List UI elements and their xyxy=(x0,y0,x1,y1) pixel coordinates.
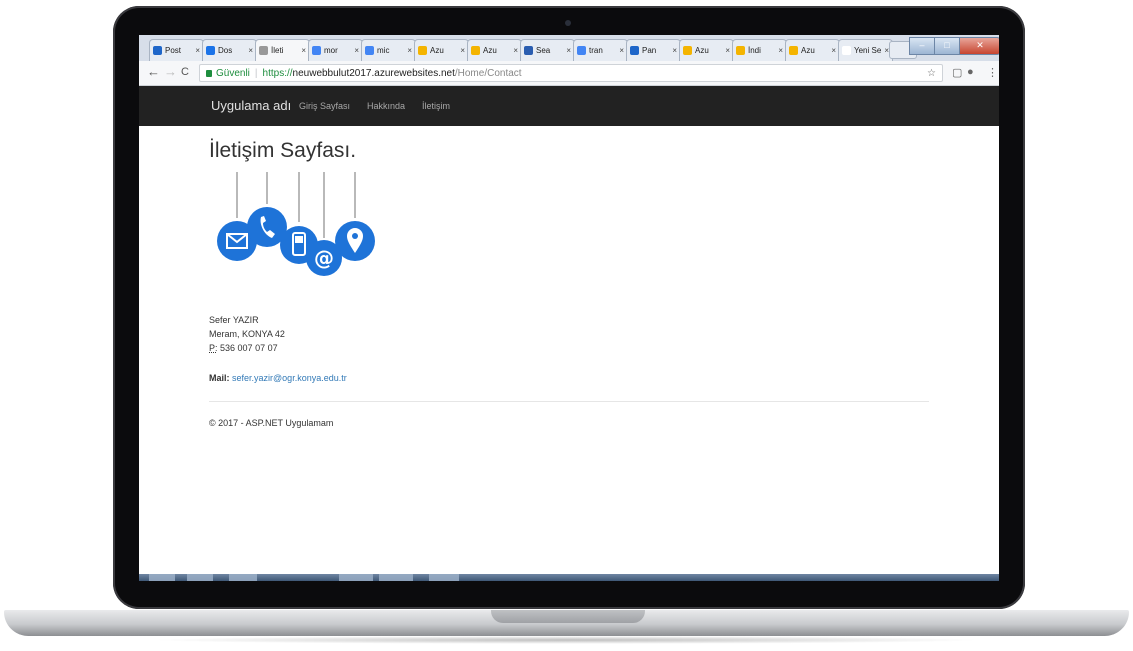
tab-favicon-icon xyxy=(153,46,162,55)
secure-label: Güvenli xyxy=(216,68,250,79)
nav-about[interactable]: Hakkında xyxy=(367,101,405,111)
tab-favicon-icon xyxy=(789,46,798,55)
contact-icons-illustration: @ xyxy=(217,172,375,276)
tab-3[interactable]: mor × xyxy=(308,39,363,61)
tab-favicon-icon xyxy=(524,46,533,55)
back-icon[interactable]: ← xyxy=(147,65,160,79)
tab-label: Pan xyxy=(642,46,657,55)
mail-label: Mail: xyxy=(209,373,230,383)
page-title: İletişim Sayfası. xyxy=(209,139,357,162)
tab-close-icon[interactable]: × xyxy=(672,46,677,55)
laptop-notch xyxy=(491,610,645,623)
camera-icon xyxy=(565,20,571,26)
tab-favicon-icon xyxy=(736,46,745,55)
bookmark-star-icon[interactable]: ☆ xyxy=(927,65,936,83)
browser-window: Post × Dos × İleti × mor × mic × Azu × Azu × Sea × tran ×… xyxy=(139,35,999,581)
extension-icon[interactable]: ▢ xyxy=(952,66,962,79)
url-scheme: https:// xyxy=(262,68,293,79)
address-name: Sefer YAZIR xyxy=(209,315,259,325)
tab-close-icon[interactable]: × xyxy=(566,46,571,55)
tab-favicon-icon xyxy=(259,46,268,55)
mail-line: Mail: sefer.yazir@ogr.konya.edu.tr xyxy=(209,373,347,383)
window-controls: – □ ✕ xyxy=(909,37,999,55)
tab-close-icon[interactable]: × xyxy=(460,46,465,55)
tab-13[interactable]: Yeni Se × xyxy=(838,39,893,61)
extension-2-icon[interactable]: ● xyxy=(967,66,974,78)
mail-link[interactable]: sefer.yazir@ogr.konya.edu.tr xyxy=(232,373,347,383)
reload-icon[interactable]: C xyxy=(181,65,189,79)
tab-12[interactable]: Azu × xyxy=(785,39,840,61)
site-navbar: Uygulama adı Giriş Sayfası Hakkında İlet… xyxy=(139,86,999,126)
tab-label: Azu xyxy=(801,46,815,55)
tab-close-icon[interactable]: × xyxy=(248,46,253,55)
tab-label: Dos xyxy=(218,46,233,55)
tab-favicon-icon xyxy=(630,46,639,55)
divider xyxy=(209,401,929,402)
maximize-icon[interactable]: □ xyxy=(934,37,960,55)
tab-close-icon[interactable]: × xyxy=(513,46,518,55)
nav-contact[interactable]: İletişim xyxy=(422,101,450,111)
tab-8[interactable]: tran × xyxy=(573,39,628,61)
address-city: Meram, KONYA 42 xyxy=(209,329,285,339)
tab-10[interactable]: Azu × xyxy=(679,39,734,61)
menu-icon[interactable]: ⋮ xyxy=(987,66,998,79)
tab-label: İleti xyxy=(271,46,284,55)
phone-number: 536 007 07 07 xyxy=(220,343,278,353)
tab-label: Azu xyxy=(483,46,497,55)
tab-favicon-icon xyxy=(312,46,321,55)
lock-icon xyxy=(206,70,212,77)
tab-favicon-icon xyxy=(365,46,374,55)
url-host: neuwebbulut2017.azurewebsites.net xyxy=(292,68,455,79)
tab-close-icon[interactable]: × xyxy=(195,46,200,55)
tab-close-icon[interactable]: × xyxy=(619,46,624,55)
address-bar[interactable]: Güvenli | https://neuwebbulut2017.azureweb… xyxy=(199,64,943,82)
close-window-icon[interactable]: ✕ xyxy=(959,37,999,55)
tab-strip: Post × Dos × İleti × mor × mic × Azu × Azu × Sea × tran ×… xyxy=(139,35,999,61)
tab-11[interactable]: İndi × xyxy=(732,39,787,61)
tab-label: mic xyxy=(377,46,390,55)
tab-2[interactable]: İleti × xyxy=(255,39,310,61)
tab-close-icon[interactable]: × xyxy=(778,46,783,55)
tab-close-icon[interactable]: × xyxy=(301,46,306,55)
tab-1[interactable]: Dos × xyxy=(202,39,257,61)
tab-0[interactable]: Post × xyxy=(149,39,204,61)
tab-5[interactable]: Azu × xyxy=(414,39,469,61)
taskbar xyxy=(139,574,999,581)
footer-text: © 2017 - ASP.NET Uygulamam xyxy=(209,418,334,428)
tab-close-icon[interactable]: × xyxy=(831,46,836,55)
forward-icon[interactable]: → xyxy=(164,65,177,79)
tab-label: tran xyxy=(589,46,603,55)
tab-close-icon[interactable]: × xyxy=(354,46,359,55)
svg-text:@: @ xyxy=(314,246,334,270)
tab-4[interactable]: mic × xyxy=(361,39,416,61)
tab-9[interactable]: Pan × xyxy=(626,39,681,61)
tab-label: Yeni Se xyxy=(854,46,882,55)
tab-close-icon[interactable]: × xyxy=(407,46,412,55)
tab-label: Sea xyxy=(536,46,551,55)
browser-toolbar: ← → C Güvenli | https://neuwebbulut2017.az… xyxy=(139,61,999,86)
tab-label: Azu xyxy=(695,46,709,55)
nav-home[interactable]: Giriş Sayfası xyxy=(299,101,350,111)
tab-favicon-icon xyxy=(418,46,427,55)
url-path: /Home/Contact xyxy=(454,68,522,79)
minimize-icon[interactable]: – xyxy=(909,37,935,55)
tab-label: mor xyxy=(324,46,338,55)
site-brand[interactable]: Uygulama adı xyxy=(211,98,291,113)
tab-close-icon[interactable]: × xyxy=(725,46,730,55)
tab-favicon-icon xyxy=(842,46,851,55)
tab-favicon-icon xyxy=(577,46,586,55)
tab-favicon-icon xyxy=(683,46,692,55)
tab-6[interactable]: Azu × xyxy=(467,39,522,61)
tab-7[interactable]: Sea × xyxy=(520,39,575,61)
location-pin-icon xyxy=(335,221,375,261)
phone-label: P: xyxy=(209,343,218,353)
phone-line: P: 536 007 07 07 xyxy=(209,343,278,353)
tab-label: Post xyxy=(165,46,182,55)
tab-favicon-icon xyxy=(206,46,215,55)
tab-favicon-icon xyxy=(471,46,480,55)
tab-label: Azu xyxy=(430,46,444,55)
tab-label: İndi xyxy=(748,46,761,55)
